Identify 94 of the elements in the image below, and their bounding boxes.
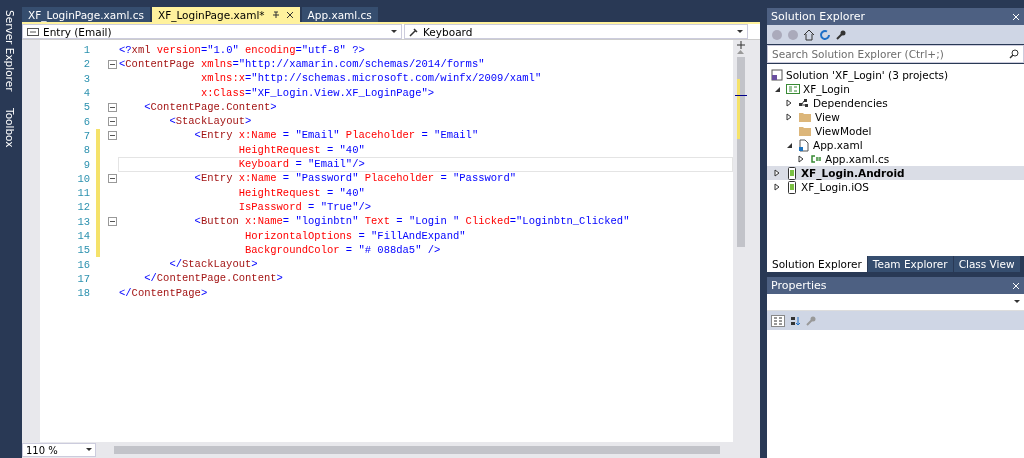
line-number: 18 [76, 287, 91, 300]
side-tab[interactable]: Server Explorer [4, 8, 16, 94]
code-line: <Entry x:Name = "Email" Placeholder = "Email" [193, 128, 480, 144]
search-icon[interactable] [1009, 49, 1019, 59]
close-icon[interactable] [285, 10, 294, 19]
split-icon[interactable] [735, 40, 746, 50]
collapsed-arrow-icon[interactable] [786, 99, 792, 107]
panel-tab[interactable]: Class View [953, 256, 1020, 272]
element-icon [27, 27, 39, 36]
tree-item[interactable]: Solution 'XF_Login' (3 projects) [767, 68, 1024, 82]
dependencies-icon [798, 97, 810, 109]
zoom-dropdown[interactable]: 110 % [22, 443, 96, 457]
dropdown-arrow-icon[interactable] [737, 29, 743, 34]
tree-item[interactable]: XF_Login [767, 82, 1024, 96]
line-number: 4 [82, 87, 91, 100]
dropdown-arrow-icon[interactable] [86, 448, 92, 452]
file-icon [798, 138, 810, 152]
code-line: </StackLayout> [168, 257, 259, 273]
line-number: 2 [82, 58, 91, 71]
code-line: <StackLayout> [168, 114, 253, 130]
collapse-icon[interactable] [108, 131, 117, 141]
line-number: 9 [82, 158, 91, 171]
panel-title: Solution Explorer [771, 10, 867, 23]
line-number: 10 [76, 172, 91, 185]
tree-item[interactable]: XF_Login.iOS [767, 180, 1024, 194]
phone-project-icon [786, 166, 798, 180]
line-number: 13 [76, 215, 91, 228]
collapsed-arrow-icon[interactable] [786, 113, 792, 121]
line-number: 5 [82, 101, 91, 114]
search-field[interactable]: Search Solution Explorer (Ctrl+;) [767, 45, 1024, 63]
element-dropdown[interactable]: Entry (Email) [22, 24, 402, 39]
panel-tab[interactable]: Team Explorer [867, 256, 953, 272]
tree-item[interactable]: App.xaml.cs [767, 152, 1024, 166]
code-line: HeightRequest = "40" [237, 142, 366, 158]
line-number: 3 [82, 72, 91, 85]
line-number: 1 [82, 44, 91, 57]
expanded-arrow-icon[interactable] [785, 141, 793, 149]
csharp-project-icon [786, 83, 800, 95]
pin-icon[interactable] [270, 10, 280, 19]
line-number: 12 [76, 201, 91, 214]
editor-tab[interactable]: App.xaml.cs [301, 7, 378, 22]
editor-tab[interactable]: XF_LoginPage.xaml.cs [22, 7, 150, 22]
panel-title: Properties [771, 279, 828, 292]
tree-item[interactable]: View [767, 110, 1024, 124]
tree-item[interactable]: App.xaml [767, 138, 1024, 152]
tree-item[interactable]: ViewModel [767, 124, 1024, 138]
collapse-icon[interactable] [108, 117, 117, 127]
collapse-icon[interactable] [108, 174, 117, 184]
line-number: 15 [76, 244, 91, 257]
solution-icon [771, 69, 783, 81]
collapsed-arrow-icon[interactable] [774, 183, 780, 191]
code-line: </ContentPage> [118, 285, 209, 301]
code-line: IsPassword = "True"/> [237, 199, 373, 215]
code-line: <ContentPage xmlns="http://xamarin.com/schemas/2014/forms" [118, 56, 486, 72]
sort-icon[interactable] [789, 314, 801, 327]
member-dropdown[interactable]: Keyboard [404, 24, 748, 39]
line-number: 16 [76, 258, 91, 271]
folder-icon [798, 125, 812, 137]
line-number: 11 [76, 187, 91, 200]
code-line: <?xml version="1.0" encoding="utf-8" ?> [118, 42, 366, 58]
tree-item[interactable]: XF_Login.Android [767, 166, 1024, 180]
dropdown-arrow-icon[interactable] [391, 29, 397, 34]
editor-tab[interactable]: XF_LoginPage.xaml* [151, 7, 300, 22]
line-number: 14 [76, 230, 91, 242]
wrench-icon[interactable] [835, 28, 847, 41]
line-number: 6 [82, 115, 91, 128]
phone-project-icon [786, 180, 798, 194]
collapse-icon[interactable] [108, 217, 117, 227]
csharp-file-icon [810, 154, 822, 164]
expanded-arrow-icon[interactable] [773, 85, 781, 93]
horizontal-scrollbar[interactable] [114, 446, 720, 454]
code-line: HeightRequest = "40" [237, 185, 366, 201]
code-line: <ContentPage.Content> [143, 99, 278, 115]
collapse-icon[interactable] [108, 102, 117, 112]
line-number: 17 [76, 272, 91, 285]
collapsed-arrow-icon[interactable] [798, 155, 804, 163]
collapsed-arrow-icon[interactable] [774, 169, 780, 177]
code-line: </ContentPage.Content> [143, 271, 284, 287]
folder-icon [798, 111, 812, 123]
line-number: 7 [82, 129, 91, 142]
line-number: 8 [82, 144, 91, 157]
wrench-icon [409, 26, 419, 37]
collapse-icon[interactable] [108, 59, 117, 69]
tree-item[interactable]: Dependencies [767, 96, 1024, 110]
code-line: <Button x:Name= "loginbtn" Text = "Login " Clicked="Loginbtn_Clicked" [193, 214, 631, 230]
code-line: HorizontalOptions = "FillAndExpand" [244, 228, 467, 244]
code-line: xmlns:x="http://schemas.microsoft.com/winfx/2009/xaml" [199, 71, 543, 87]
code-line: BackgroundColor = "# 088da5" /> [244, 242, 442, 258]
panel-tab[interactable]: Solution Explorer [767, 256, 867, 272]
code-line: <Entry x:Name = "Password" Placeholder = "Password" [193, 171, 517, 187]
code-line: x:Class="XF_Login.View.XF_LoginPage"> [199, 85, 436, 101]
side-tab[interactable]: Toolbox [4, 105, 16, 149]
home-icon[interactable] [803, 28, 815, 41]
dropdown-arrow-icon[interactable] [1014, 300, 1020, 304]
